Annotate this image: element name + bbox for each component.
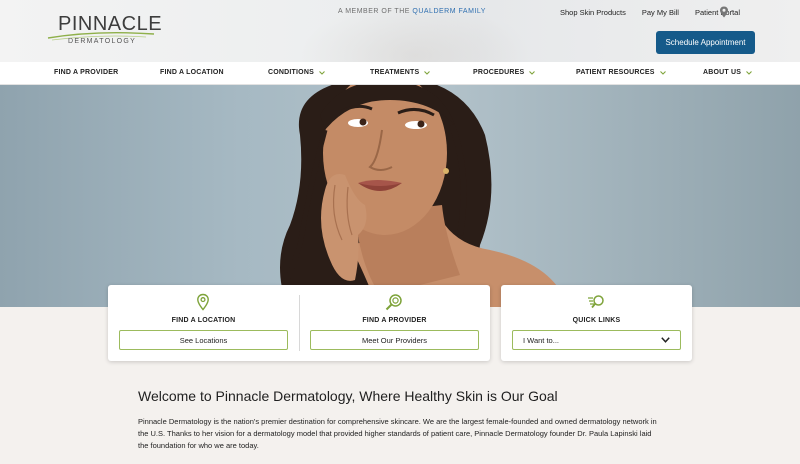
- location-pin-icon: [197, 293, 209, 311]
- nav-label: CONDITIONS: [268, 69, 314, 76]
- chevron-down-icon: [424, 70, 431, 75]
- nav-about-us[interactable]: ABOUT US: [703, 69, 753, 76]
- main-nav: FIND A PROVIDER FIND A LOCATION CONDITIO…: [0, 62, 800, 85]
- nav-find-provider[interactable]: FIND A PROVIDER: [54, 69, 118, 76]
- nav-procedures[interactable]: PROCEDURES: [473, 69, 536, 76]
- top-header: PINNACLE DERMATOLOGY A MEMBER OF THE QUA…: [0, 0, 800, 62]
- pinnacle-logo[interactable]: PINNACLE DERMATOLOGY: [46, 10, 162, 50]
- member-tagline: A MEMBER OF THE QUALDERM FAMILY: [338, 8, 486, 15]
- qualderm-family-link[interactable]: QUALDERM FAMILY: [412, 8, 486, 15]
- utility-links: Shop Skin Products Pay My Bill Patient P…: [560, 8, 740, 17]
- chevron-down-icon: [661, 337, 670, 343]
- welcome-heading: Welcome to Pinnacle Dermatology, Where H…: [138, 388, 558, 404]
- nav-label: TREATMENTS: [370, 69, 420, 76]
- shop-skin-products-link[interactable]: Shop Skin Products: [560, 8, 626, 17]
- nav-conditions[interactable]: CONDITIONS: [268, 69, 325, 76]
- chevron-down-icon: [659, 70, 666, 75]
- location-pin-icon[interactable]: [719, 6, 729, 18]
- nav-find-location[interactable]: FIND A LOCATION: [160, 69, 224, 76]
- pay-my-bill-link[interactable]: Pay My Bill: [642, 8, 679, 17]
- find-provider-panel: FIND A PROVIDER Meet Our Providers: [299, 285, 490, 361]
- find-location-title: FIND A LOCATION: [171, 317, 236, 324]
- hero-banner: [0, 85, 800, 307]
- meet-our-providers-button[interactable]: Meet Our Providers: [310, 330, 479, 350]
- chevron-down-icon: [746, 70, 753, 75]
- hero-woman-image: [277, 85, 568, 307]
- logo-subtitle: DERMATOLOGY: [68, 38, 137, 45]
- nav-label: PATIENT RESOURCES: [576, 69, 655, 76]
- nav-label: ABOUT US: [703, 69, 742, 76]
- quick-links-icon: [588, 295, 604, 309]
- chevron-down-icon: [319, 70, 325, 75]
- find-provider-title: FIND A PROVIDER: [362, 317, 427, 324]
- nav-patient-resources[interactable]: PATIENT RESOURCES: [576, 69, 666, 76]
- member-prefix: A MEMBER OF THE: [338, 8, 410, 15]
- schedule-appointment-button[interactable]: Schedule Appointment: [656, 31, 755, 54]
- see-locations-button[interactable]: See Locations: [119, 330, 288, 350]
- nav-label: PROCEDURES: [473, 69, 525, 76]
- nav-treatments[interactable]: TREATMENTS: [370, 69, 431, 76]
- provider-search-icon: [385, 294, 402, 311]
- nav-label: FIND A PROVIDER: [54, 69, 119, 76]
- finder-card: FIND A LOCATION See Locations FIND A PRO…: [108, 285, 490, 361]
- chevron-down-icon: [529, 70, 536, 75]
- quick-links-value: I Want to...: [523, 335, 559, 345]
- quick-links-select[interactable]: I Want to...: [512, 330, 681, 350]
- find-location-panel: FIND A LOCATION See Locations: [108, 285, 299, 361]
- nav-label: FIND A LOCATION: [160, 69, 224, 76]
- quick-links-card: QUICK LINKS I Want to...: [501, 285, 692, 361]
- quick-links-title: QUICK LINKS: [572, 317, 621, 324]
- welcome-paragraph: Pinnacle Dermatology is the nation's pre…: [138, 417, 657, 450]
- location-text: -: [731, 6, 734, 15]
